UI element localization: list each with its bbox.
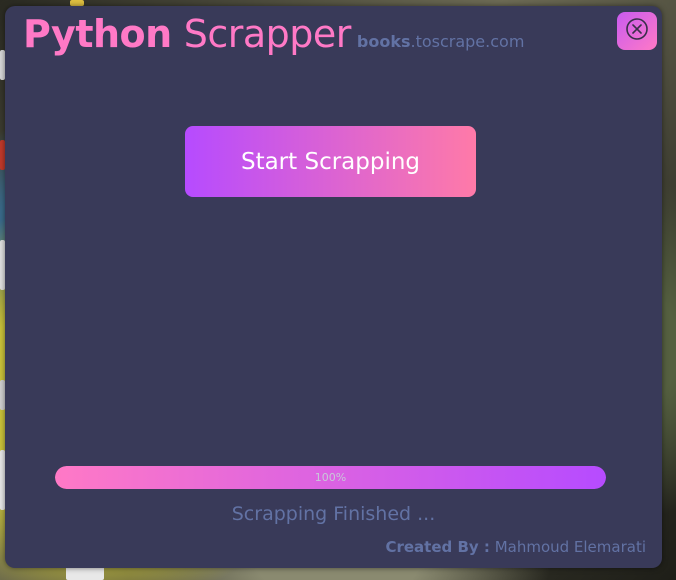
desktop-icon[interactable]	[66, 566, 104, 580]
close-circle-icon	[625, 17, 649, 45]
app-title-light: Scrapper	[183, 12, 352, 56]
credit-label: Created By :	[385, 538, 490, 556]
start-scrapping-button[interactable]: Start Scrapping	[185, 126, 476, 197]
credit-footer: Created By : Mahmoud Elemarati	[385, 538, 646, 556]
progress-bar: 100%	[55, 466, 606, 489]
status-text: Scrapping Finished ...	[231, 503, 436, 525]
site-label-bold: books	[356, 32, 411, 51]
app-window: Python Scrapper books.toscrape.com Start…	[5, 6, 662, 568]
site-label-rest: .toscrape.com	[410, 32, 525, 51]
credit-author: Mahmoud Elemarati	[494, 538, 646, 556]
site-label: books.toscrape.com	[357, 32, 525, 51]
app-title-bold: Python	[23, 12, 172, 56]
close-button[interactable]	[617, 12, 657, 50]
app-title: Python Scrapper books.toscrape.com	[23, 12, 524, 56]
progress-label: 100%	[314, 471, 347, 484]
